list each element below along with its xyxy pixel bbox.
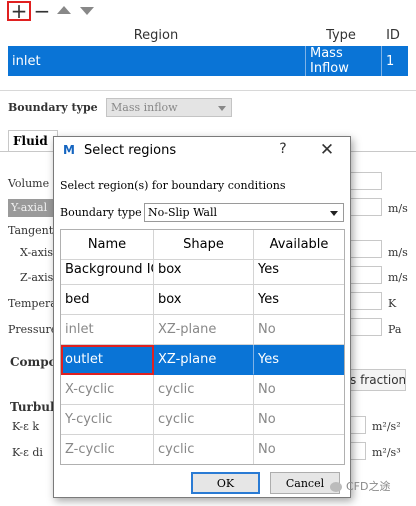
- k1-unit: m²/s²: [372, 420, 401, 433]
- table-row[interactable]: Background IC box Yes: [61, 255, 344, 285]
- table-row[interactable]: X-cyclic cyclic No: [61, 375, 344, 405]
- row-name: bed: [61, 285, 154, 315]
- k-eps-kinetic-label: K-ε k: [12, 420, 39, 433]
- table-row[interactable]: bed box Yes: [61, 285, 344, 315]
- dialog-boundary-type-select[interactable]: No-Slip Wall: [144, 203, 344, 222]
- row-shape: cyclic: [154, 435, 254, 464]
- x-axis-label: X-axis: [20, 246, 54, 259]
- row-shape: cyclic: [154, 405, 254, 435]
- help-icon[interactable]: ?: [276, 141, 290, 159]
- volume-label: Volume f: [8, 177, 57, 190]
- x-unit: m/s: [388, 246, 408, 259]
- pressure-unit: Pa: [388, 323, 402, 336]
- id-cell: 1: [386, 53, 395, 69]
- row-shape: box: [154, 285, 254, 315]
- row-name: inlet: [61, 315, 154, 345]
- row-available: Yes: [254, 285, 344, 315]
- tab-fluid[interactable]: Fluid: [8, 130, 58, 152]
- divider: [0, 90, 416, 91]
- move-down-icon[interactable]: [80, 7, 94, 15]
- table-row-selected[interactable]: outlet XZ-plane Yes: [61, 345, 344, 375]
- k-kinetic-field[interactable]: [350, 416, 366, 434]
- table-row[interactable]: Z-cyclic cyclic No: [61, 435, 344, 464]
- remove-region-button[interactable]: −: [34, 0, 51, 23]
- region-column-header: Region: [133, 27, 179, 43]
- boundary-type-label: Boundary type: [8, 101, 98, 114]
- k-eps-dissipation-label: K-ε di: [12, 446, 43, 459]
- boundary-type-select[interactable]: Mass inflow: [106, 98, 232, 117]
- row-name: Background IC: [61, 255, 154, 285]
- k2-unit: m²/s³: [372, 446, 401, 459]
- app-logo-icon: M: [63, 143, 75, 157]
- row-available: No: [254, 435, 344, 464]
- regions-grid: Name Shape Available Background IC box Y…: [60, 229, 345, 465]
- dialog-boundary-type-value: No-Slip Wall: [148, 206, 218, 219]
- watermark-text: CFD之途: [346, 480, 391, 493]
- table-row[interactable]: inlet Mass Inflow 1: [8, 46, 408, 76]
- watermark: CFD之途: [330, 478, 390, 494]
- turbulence-label: Turbul: [10, 400, 55, 414]
- dialog-boundary-type-label: Boundary type: [60, 206, 142, 219]
- regions-table-header: Region Type ID: [8, 25, 408, 45]
- dialog-title-bar[interactable]: M Select regions ? ✕: [54, 137, 350, 165]
- wechat-icon: [330, 482, 342, 492]
- row-name: X-cyclic: [61, 375, 154, 405]
- type-column-header: Type: [326, 27, 356, 43]
- row-available: Yes: [254, 345, 344, 375]
- z-axis-label: Z-axis: [20, 271, 54, 284]
- row-shape: cyclic: [154, 375, 254, 405]
- row-shape: XZ-plane: [154, 345, 254, 375]
- ok-button[interactable]: OK: [191, 472, 260, 494]
- select-regions-dialog: M Select regions ? ✕ Select region(s) fo…: [53, 136, 351, 498]
- z-unit: m/s: [388, 271, 408, 284]
- row-shape: box: [154, 255, 254, 285]
- row-name: outlet: [61, 345, 154, 375]
- add-region-button[interactable]: +: [7, 1, 31, 21]
- temp-unit: K: [388, 297, 397, 310]
- temperature-field[interactable]: [350, 292, 382, 310]
- type-cell: Mass Inflow: [306, 46, 382, 76]
- chevron-down-icon: [330, 211, 338, 216]
- row-shape: XZ-plane: [154, 315, 254, 345]
- vol-unit: m/s: [388, 202, 408, 215]
- volume-field[interactable]: [350, 172, 382, 190]
- table-row[interactable]: inlet XZ-plane No: [61, 315, 344, 345]
- tangential-label: Tangenti: [8, 224, 57, 237]
- dialog-title: Select regions: [84, 143, 177, 158]
- row-available: Yes: [254, 255, 344, 285]
- y-axial-field[interactable]: Y-axial: [8, 199, 58, 217]
- move-up-icon[interactable]: [57, 6, 71, 14]
- table-row[interactable]: Y-cyclic cyclic No: [61, 405, 344, 435]
- close-icon[interactable]: ✕: [318, 140, 336, 160]
- k-dissipation-field[interactable]: [350, 442, 366, 460]
- dialog-prompt: Select region(s) for boundary conditions: [60, 179, 286, 192]
- z-axis-field[interactable]: [350, 266, 382, 284]
- row-name: Y-cyclic: [61, 405, 154, 435]
- mass-fraction-button[interactable]: s fraction: [346, 369, 406, 391]
- row-available: No: [254, 315, 344, 345]
- row-available: No: [254, 375, 344, 405]
- volume-value-field[interactable]: [350, 198, 382, 216]
- row-name: Z-cyclic: [61, 435, 154, 464]
- x-axis-field[interactable]: [350, 240, 382, 258]
- row-available: No: [254, 405, 344, 435]
- id-column-header: ID: [386, 27, 400, 43]
- region-cell: inlet: [8, 46, 306, 76]
- pressure-field[interactable]: [350, 318, 382, 336]
- pressure-label: Pressure: [8, 323, 58, 336]
